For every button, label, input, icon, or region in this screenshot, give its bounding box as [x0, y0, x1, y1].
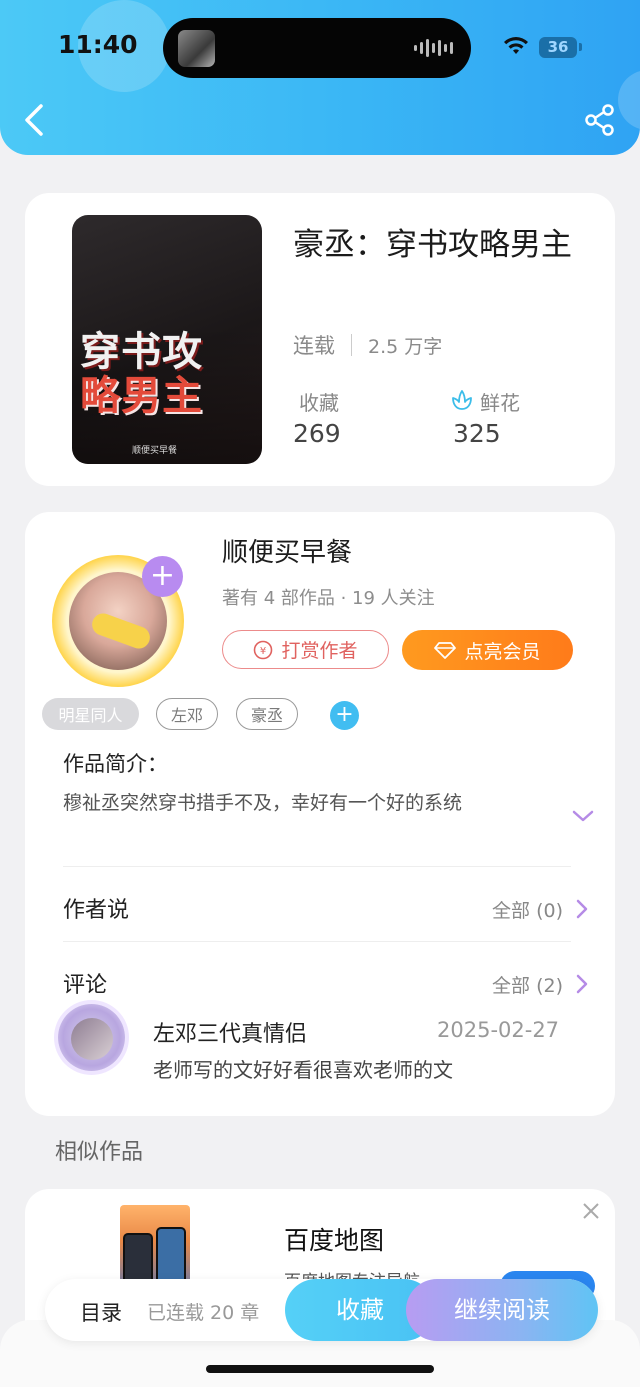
cover-author: 顺便买早餐 — [132, 446, 178, 456]
vip-label: 点亮会员 — [464, 640, 541, 663]
audio-wave-icon — [414, 39, 453, 57]
cover-title-line2: 略男主 — [80, 372, 203, 419]
chevron-down-icon[interactable] — [571, 808, 595, 824]
book-title: 豪丞：穿书攻略男主 — [293, 227, 572, 263]
home-indicator — [206, 1365, 434, 1373]
share-icon[interactable] — [583, 103, 617, 137]
author-name[interactable]: 顺便买早餐 — [222, 532, 352, 569]
cover-title-line1: 穿书攻 — [80, 328, 203, 375]
decor-bubble — [618, 70, 640, 130]
divider — [63, 941, 571, 942]
comment-date: 2025-02-27 — [437, 1018, 560, 1042]
battery-indicator: 36 — [539, 37, 577, 58]
tag-chip[interactable]: 豪丞 — [236, 698, 298, 730]
battery-nub — [579, 43, 582, 51]
similar-works-title: 相似作品 — [55, 1140, 144, 1165]
back-arrow-icon[interactable] — [22, 103, 48, 137]
book-status: 连载 — [293, 334, 335, 358]
divider — [63, 866, 571, 867]
author-says-title: 作者说 — [63, 898, 130, 923]
ad-app-name: 百度地图 — [284, 1226, 385, 1255]
book-meta: 连载 2.5 万字 — [293, 330, 442, 360]
add-tag-button[interactable]: + — [330, 701, 359, 730]
chevron-right-icon[interactable] — [575, 973, 589, 995]
intro-title: 作品简介： — [63, 752, 168, 776]
chevron-right-icon[interactable] — [575, 898, 589, 920]
book-word-count: 2.5 万字 — [368, 335, 443, 358]
commenter-avatar[interactable] — [71, 1018, 113, 1060]
wifi-icon — [504, 37, 528, 54]
ad-phone-graphic — [156, 1227, 186, 1287]
diamond-icon — [434, 642, 457, 659]
flower-icon — [452, 390, 472, 410]
status-time: 11:40 — [58, 30, 138, 59]
coin-icon: ¥ — [254, 640, 273, 659]
favorites-label: 收藏 — [299, 391, 339, 415]
cover-title: 穿书攻 略男主 — [80, 330, 260, 418]
vip-button[interactable]: 点亮会员 — [402, 630, 573, 670]
comments-title: 评论 — [63, 973, 108, 998]
flowers-count: 325 — [453, 419, 501, 448]
flowers-label: 鲜花 — [480, 391, 520, 415]
comment-text[interactable]: 老师写的文好好看很喜欢老师的文 — [153, 1054, 453, 1083]
book-info-card: 穿书攻 略男主 顺便买早餐 豪丞：穿书攻略男主 连载 2.5 万字 收藏 269… — [25, 193, 615, 486]
tag-chip[interactable]: 左邓 — [156, 698, 218, 730]
comments-all-link[interactable]: 全部 (2) — [492, 971, 563, 998]
toc-button[interactable]: 目录 — [80, 1297, 122, 1327]
tip-author-label: 打赏作者 — [281, 640, 358, 662]
avatar-corn-decor — [89, 610, 153, 652]
commenter-name[interactable]: 左邓三代真情侣 — [153, 1016, 307, 1048]
author-meta: 著有 4 部作品 · 19 人关注 — [222, 588, 435, 609]
book-cover[interactable]: 穿书攻 略男主 顺便买早餐 — [72, 215, 262, 464]
favorites-count: 269 — [293, 419, 341, 448]
tag-chip[interactable]: 明星同人 — [42, 698, 139, 730]
close-icon[interactable] — [581, 1201, 601, 1221]
intro-text: 穆祉丞突然穿书措手不及，幸好有一个好的系统 — [63, 792, 463, 814]
follow-author-button[interactable]: + — [142, 556, 183, 597]
author-says-all-link[interactable]: 全部 (0) — [492, 896, 563, 923]
tip-author-button[interactable]: ¥ 打赏作者 — [222, 630, 389, 669]
now-playing-thumbnail — [178, 30, 215, 67]
serial-chapter-count: 已连载 20 章 — [147, 1302, 260, 1324]
dynamic-island — [163, 18, 471, 78]
author-details-card: + 顺便买早餐 著有 4 部作品 · 19 人关注 ¥ 打赏作者 点亮会员 明星… — [25, 512, 615, 1116]
top-header: 11:40 36 — [0, 0, 640, 155]
meta-divider — [351, 334, 352, 356]
continue-reading-button[interactable]: 继续阅读 — [406, 1279, 598, 1341]
svg-text:¥: ¥ — [260, 646, 266, 657]
